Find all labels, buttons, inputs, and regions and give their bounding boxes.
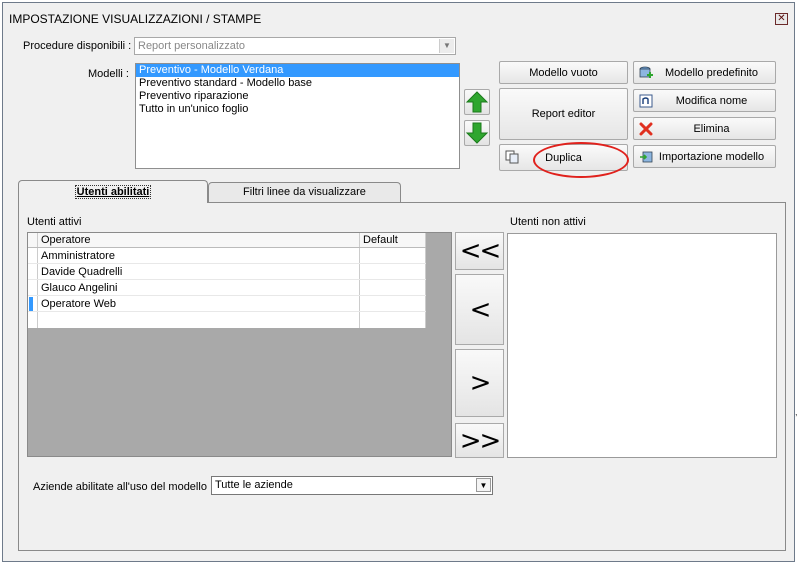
modello-vuoto-label: Modello vuoto	[529, 66, 598, 79]
tab-utenti-abilitati-label: Utenti abilitati	[74, 185, 152, 199]
aziende-label: Aziende abilitate all'uso del modello :	[33, 481, 214, 493]
move-all-left-button[interactable]: <<	[455, 232, 504, 270]
list-item[interactable]: Preventivo - Modello Verdana	[136, 64, 459, 77]
move-left-button[interactable]: <	[455, 274, 504, 345]
copy-icon	[505, 150, 519, 164]
list-item[interactable]: Preventivo standard - Modello base	[136, 77, 459, 90]
table-row[interactable]: Amministratore	[28, 248, 426, 264]
rename-icon	[639, 94, 653, 108]
duplica-button[interactable]: Duplica	[499, 144, 628, 171]
procedure-select[interactable]: Report personalizzato ▼	[134, 37, 456, 55]
edge-mark: ,	[795, 407, 798, 417]
cell-operatore: Glauco Angelini	[38, 280, 360, 295]
tab-utenti-abilitati[interactable]: Utenti abilitati	[18, 180, 208, 203]
cell-default	[360, 248, 426, 263]
utenti-non-attivi-label: Utenti non attivi	[510, 216, 586, 228]
list-item[interactable]: Preventivo riparazione	[136, 90, 459, 103]
report-editor-button[interactable]: Report editor	[499, 88, 628, 140]
grid-header: Operatore Default	[28, 233, 426, 248]
tab-filtri-linee[interactable]: Filtri linee da visualizzare	[208, 182, 401, 202]
window-title: IMPOSTAZIONE VISUALIZZAZIONI / STAMPE	[9, 12, 262, 26]
modifica-nome-label: Modifica nome	[675, 94, 748, 107]
close-icon[interactable]: ✕	[777, 13, 785, 24]
importazione-modello-button[interactable]: Importazione modello	[633, 145, 776, 168]
move-up-button[interactable]	[464, 89, 490, 115]
modifica-nome-button[interactable]: Modifica nome	[633, 89, 776, 112]
list-item[interactable]: Tutto in un'unico foglio	[136, 103, 459, 116]
row-indicator	[28, 264, 38, 279]
elimina-button[interactable]: Elimina	[633, 117, 776, 140]
cell-default	[360, 280, 426, 295]
cell-operatore: Amministratore	[38, 248, 360, 263]
import-icon	[640, 151, 653, 163]
utenti-attivi-label: Utenti attivi	[27, 216, 82, 228]
row-indicator	[28, 248, 38, 263]
delete-x-icon	[639, 122, 653, 136]
table-row[interactable]: Glauco Angelini	[28, 280, 426, 296]
tab-filtri-linee-label: Filtri linee da visualizzare	[243, 186, 366, 198]
chevron-down-icon[interactable]: ▼	[439, 39, 454, 53]
table-row[interactable]: Operatore Web	[28, 296, 426, 312]
arrow-up-icon	[465, 91, 489, 113]
modelli-label: Modelli :	[88, 68, 129, 80]
cell-operatore: Operatore Web	[38, 296, 360, 311]
title-bar: IMPOSTAZIONE VISUALIZZAZIONI / STAMPE ✕	[3, 3, 794, 33]
cell-operatore: Davide Quadrelli	[38, 264, 360, 279]
close-button[interactable]: ✕	[775, 13, 788, 25]
modello-vuoto-button[interactable]: Modello vuoto	[499, 61, 628, 84]
database-add-icon	[639, 66, 653, 78]
table-row-empty	[28, 312, 426, 328]
column-header-operatore[interactable]: Operatore	[38, 233, 360, 247]
chevron-down-icon[interactable]: ▼	[476, 478, 491, 492]
cell-default	[360, 264, 426, 279]
move-right-button[interactable]: >	[455, 349, 504, 417]
grid-body: Operatore Default Amministratore Davide Q…	[28, 233, 426, 328]
report-editor-label: Report editor	[531, 108, 596, 120]
cell-default	[360, 296, 426, 311]
procedure-label: Procedure disponibili :	[23, 40, 132, 52]
move-all-right-button[interactable]: >>	[455, 423, 504, 458]
elimina-label: Elimina	[693, 122, 730, 135]
duplica-label: Duplica	[545, 151, 582, 164]
move-down-button[interactable]	[464, 120, 490, 146]
utenti-non-attivi-list[interactable]	[507, 233, 777, 458]
modelli-list[interactable]: Preventivo - Modello Verdana Preventivo s…	[135, 63, 460, 169]
row-indicator	[28, 280, 38, 295]
table-row[interactable]: Davide Quadrelli	[28, 264, 426, 280]
aziende-select[interactable]: Tutte le aziende ▼	[211, 476, 493, 495]
row-indicator	[28, 296, 38, 311]
utenti-attivi-grid[interactable]: Operatore Default Amministratore Davide Q…	[27, 232, 452, 457]
importazione-modello-label: Importazione modello	[658, 150, 765, 163]
column-header-default[interactable]: Default	[360, 233, 426, 247]
arrow-down-icon	[465, 122, 489, 144]
dialog-window: IMPOSTAZIONE VISUALIZZAZIONI / STAMPE ✕ …	[2, 2, 795, 562]
modello-predefinito-button[interactable]: Modello predefinito	[633, 61, 776, 84]
aziende-value: Tutte le aziende	[215, 479, 293, 491]
modello-predefinito-label: Modello predefinito	[665, 66, 758, 79]
procedure-value: Report personalizzato	[138, 40, 246, 52]
